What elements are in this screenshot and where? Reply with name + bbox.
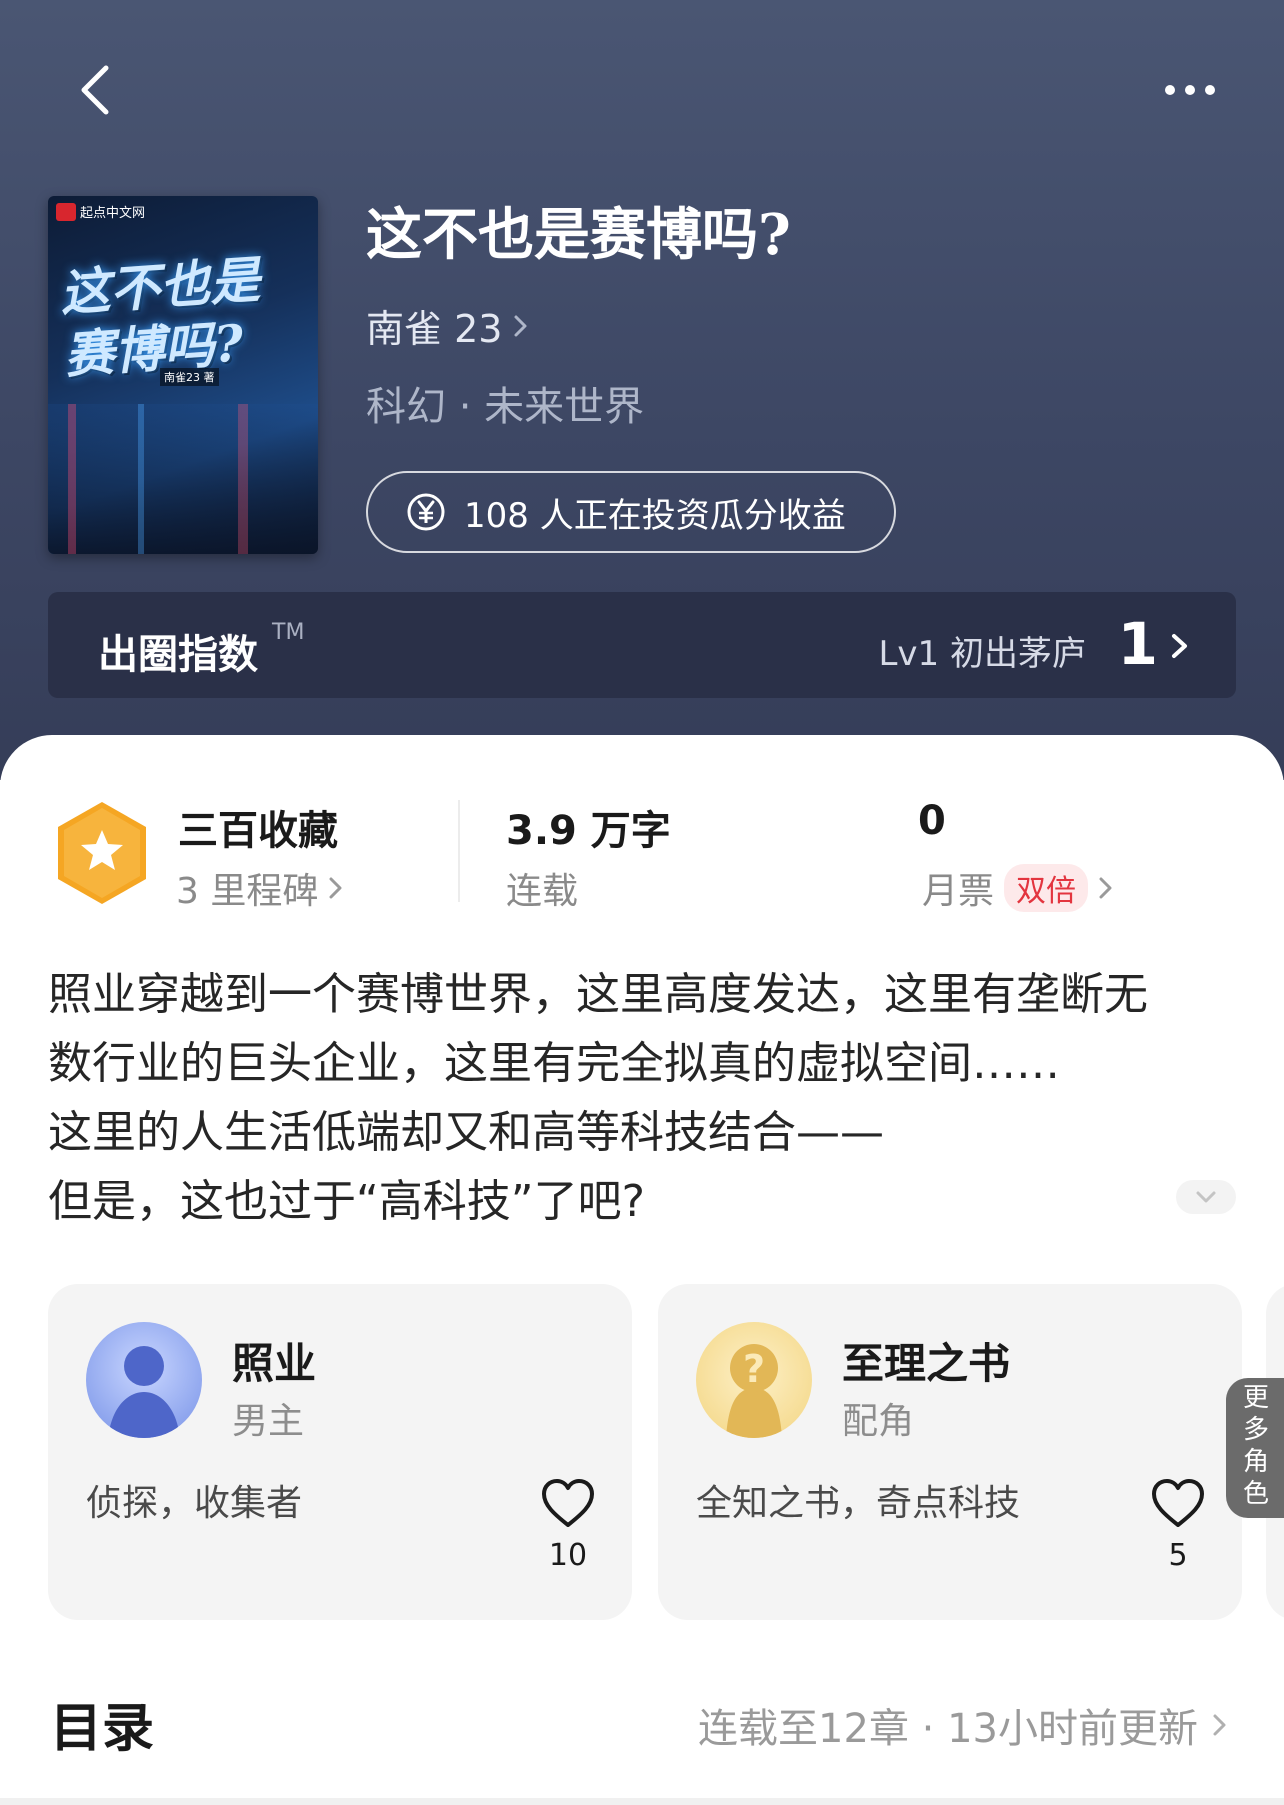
expand-synopsis-button[interactable] xyxy=(1176,1180,1236,1214)
character-tags: 侦探，收集者 xyxy=(86,1483,303,1524)
character-card[interactable]: ? 至理之书 配角 全知之书，奇点科技 5 xyxy=(658,1284,1242,1620)
more-characters-button[interactable]: 更 多 角 色 xyxy=(1226,1378,1284,1518)
index-label: 出圈指数 xyxy=(98,632,258,678)
serial-status: 连载 xyxy=(506,862,578,914)
milestone-count: 3 里程碑 xyxy=(176,871,319,912)
serial-status-label: 连载 xyxy=(506,871,579,912)
chevron-right-icon xyxy=(514,315,527,336)
character-card[interactable]: 照业 男主 侦探，收集者 10 xyxy=(48,1284,632,1620)
cover-publisher-name: 起点中文网 xyxy=(80,206,146,221)
stats-divider xyxy=(458,800,460,902)
like-count: 5 xyxy=(1168,1538,1188,1573)
book-genre[interactable]: 科幻 · 未来世界 xyxy=(366,374,644,432)
book-synopsis[interactable]: 照业穿越到一个赛博世界，这里高度发达，这里有垄断无 数行业的巨头企业，这里有完全… xyxy=(48,960,1228,1236)
like-count: 10 xyxy=(548,1538,588,1573)
monthly-ticket-count: 0 xyxy=(918,798,946,844)
synopsis-line: 这里的人生活低端却又和高等科技结合—— xyxy=(48,1107,884,1158)
unknown-character-icon: ? xyxy=(726,1344,782,1438)
synopsis-line: 照业穿越到一个赛博世界，这里高度发达，这里有垄断无 xyxy=(48,969,1148,1020)
heart-icon[interactable] xyxy=(1150,1478,1206,1530)
milestone-link[interactable]: 3 里程碑 xyxy=(176,862,344,914)
chevron-right-icon xyxy=(1213,1714,1226,1736)
toc-update-status: 连载至12章 · 13小时前更新 xyxy=(698,1706,1198,1752)
more-characters-label: 色 xyxy=(1242,1479,1269,1509)
more-characters-label: 多 xyxy=(1242,1415,1269,1445)
publisher-logo-icon xyxy=(56,202,76,221)
character-tags: 全知之书，奇点科技 xyxy=(696,1483,1021,1524)
person-silhouette-icon xyxy=(108,1346,180,1438)
chevron-right-icon xyxy=(329,877,342,899)
chevron-right-icon xyxy=(1172,634,1187,658)
cover-artwork xyxy=(48,404,318,554)
svg-text:?: ? xyxy=(743,1347,765,1391)
word-count: 3.9 万字 xyxy=(506,808,671,854)
more-dots-icon xyxy=(1165,85,1215,95)
cover-publisher: 起点中文网 xyxy=(56,202,145,221)
yuan-coin-icon xyxy=(407,493,445,531)
chevron-right-icon xyxy=(1099,877,1112,899)
chevron-left-icon xyxy=(81,65,109,115)
index-level: Lv1 初出茅庐 xyxy=(878,634,1086,674)
monthly-ticket-label: 月票 xyxy=(922,871,995,912)
chevron-down-icon xyxy=(1196,1191,1216,1203)
star-badge-icon xyxy=(58,802,146,904)
double-badge: 双倍 xyxy=(1004,864,1089,912)
cover-author: 南雀23 著 xyxy=(160,368,219,386)
index-value: 1 xyxy=(1117,610,1158,678)
trademark-mark: TM xyxy=(272,620,305,645)
character-role: 男主 xyxy=(232,1401,305,1442)
section-divider xyxy=(0,1798,1284,1805)
back-button[interactable] xyxy=(70,60,120,120)
cover-title: 这不也是 赛博吗? xyxy=(58,245,316,386)
toc-link[interactable]: 连载至12章 · 13小时前更新 xyxy=(698,1696,1228,1754)
character-role: 配角 xyxy=(842,1401,915,1442)
character-name: 至理之书 xyxy=(842,1339,1011,1388)
more-options-button[interactable] xyxy=(1160,70,1220,110)
character-name: 照业 xyxy=(232,1339,317,1388)
more-characters-label: 角 xyxy=(1242,1447,1269,1477)
author-name: 南雀 23 xyxy=(366,307,503,351)
book-title: 这不也是赛博吗? xyxy=(366,202,791,268)
synopsis-line: 但是，这也过于“高科技”了吧? xyxy=(48,1176,645,1227)
more-characters-label: 更 xyxy=(1242,1383,1269,1413)
character-avatar: ? xyxy=(696,1322,812,1438)
popularity-index-bar[interactable]: 出圈指数 TM Lv1 初出茅庐 1 xyxy=(48,592,1236,698)
synopsis-line: 数行业的巨头企业，这里有完全拟真的虚拟空间…… xyxy=(48,1038,1060,1089)
character-avatar xyxy=(86,1322,202,1438)
book-cover[interactable]: 起点中文网 这不也是 赛博吗? 南雀23 著 xyxy=(48,196,318,554)
heart-icon[interactable] xyxy=(540,1478,596,1530)
invest-text: 108 人正在投资瓜分收益 xyxy=(464,495,846,536)
toc-title: 目录 xyxy=(50,1699,155,1759)
invest-button[interactable]: 108 人正在投资瓜分收益 xyxy=(366,471,896,553)
collect-milestone-title: 三百收藏 xyxy=(178,808,338,854)
author-link[interactable]: 南雀 23 xyxy=(366,298,530,353)
monthly-ticket-link[interactable]: 月票 双倍 xyxy=(922,862,1114,914)
